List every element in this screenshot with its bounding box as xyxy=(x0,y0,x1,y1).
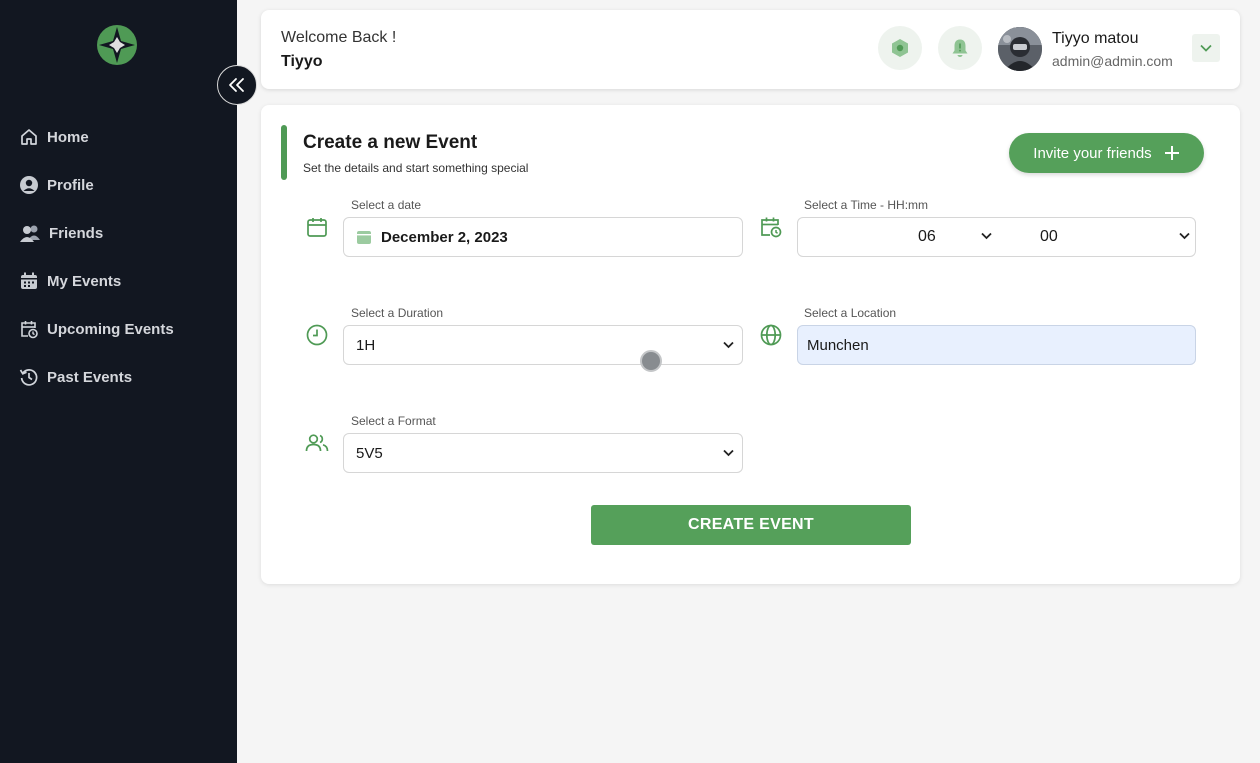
sidebar-item-label: Home xyxy=(47,128,89,146)
page-title: Create a new Event xyxy=(303,132,478,153)
page-subtitle: Set the details and start something spec… xyxy=(303,161,529,175)
hour-select[interactable]: 06 xyxy=(798,218,998,256)
date-label: Select a date xyxy=(351,198,422,212)
history-icon xyxy=(18,366,40,388)
sidebar: Home Profile Friends My Events Upcoming … xyxy=(0,0,237,763)
users-icon xyxy=(305,434,329,452)
sidebar-item-my-events[interactable]: My Events xyxy=(0,257,237,305)
clock-icon xyxy=(306,324,328,346)
profile-dropdown-button[interactable] xyxy=(1192,34,1220,62)
sidebar-item-label: Upcoming Events xyxy=(47,320,174,338)
chevrons-left-icon xyxy=(229,78,244,92)
location-label: Select a Location xyxy=(804,306,897,320)
welcome-text: Welcome Back ! xyxy=(281,29,397,46)
sidebar-item-friends[interactable]: Friends xyxy=(0,209,237,257)
settings-button[interactable] xyxy=(878,26,922,70)
avatar[interactable] xyxy=(998,27,1042,71)
profile-email: admin@admin.com xyxy=(1052,53,1173,69)
user-circle-icon xyxy=(18,174,40,196)
title-accent-bar xyxy=(281,125,287,180)
mouse-cursor xyxy=(640,350,662,372)
sidebar-item-label: Profile xyxy=(47,176,94,194)
bell-icon xyxy=(952,39,968,57)
sidebar-item-past-events[interactable]: Past Events xyxy=(0,353,237,401)
location-input[interactable]: Munchen xyxy=(797,325,1196,365)
profile-name: Tiyyo matou xyxy=(1052,30,1139,47)
user-avatar-image xyxy=(998,27,1042,71)
minute-value: 00 xyxy=(1040,228,1058,245)
time-field: 06 00 xyxy=(797,217,1196,257)
location-value: Munchen xyxy=(807,336,869,354)
home-icon xyxy=(18,126,40,148)
create-event-card: Create a new Event Set the details and s… xyxy=(261,105,1240,584)
calendar-icon xyxy=(307,218,327,237)
duration-label: Select a Duration xyxy=(351,306,444,320)
chevron-down-icon xyxy=(1179,232,1190,240)
duration-value: 1H xyxy=(356,336,376,354)
notifications-button[interactable] xyxy=(938,26,982,70)
duration-select[interactable]: 1H xyxy=(343,325,743,365)
minute-select[interactable]: 00 xyxy=(998,218,1196,256)
logo-icon xyxy=(97,25,137,65)
collapse-sidebar-button[interactable] xyxy=(217,65,257,105)
create-event-button[interactable]: CREATE EVENT xyxy=(591,505,911,545)
calendar-small-icon xyxy=(357,231,371,244)
format-value: 5V5 xyxy=(356,444,383,462)
chevron-down-icon xyxy=(723,449,734,457)
sidebar-item-label: Past Events xyxy=(47,368,133,386)
format-label: Select a Format xyxy=(351,414,436,428)
sidebar-item-profile[interactable]: Profile xyxy=(0,161,237,209)
date-field[interactable]: December 2, 2023 xyxy=(343,217,743,257)
format-select[interactable]: 5V5 xyxy=(343,433,743,473)
globe-icon xyxy=(760,324,782,346)
hexagon-gear-icon xyxy=(892,39,908,57)
sidebar-item-label: My Events xyxy=(47,272,122,290)
sidebar-item-label: Friends xyxy=(49,224,104,242)
sidebar-nav: Home Profile Friends My Events Upcoming … xyxy=(0,113,237,401)
sidebar-item-upcoming-events[interactable]: Upcoming Events xyxy=(0,305,237,353)
date-value: December 2, 2023 xyxy=(381,228,508,246)
sidebar-item-home[interactable]: Home xyxy=(0,113,237,161)
plus-icon xyxy=(1164,146,1179,160)
welcome-username: Tiyyo xyxy=(281,53,323,70)
top-header: Welcome Back ! Tiyyo Tiyyo matou admin@a… xyxy=(261,10,1240,89)
calendar-icon xyxy=(18,270,40,292)
calendar-clock-icon xyxy=(761,217,782,238)
invite-friends-button[interactable]: Invite your friends xyxy=(1009,133,1204,173)
hour-value: 06 xyxy=(918,228,936,245)
calendar-clock-icon xyxy=(18,318,40,340)
users-icon xyxy=(18,222,44,244)
chevron-down-icon xyxy=(723,341,734,349)
chevron-down-icon xyxy=(1200,44,1212,52)
time-label: Select a Time - HH:mm xyxy=(804,198,929,212)
invite-friends-label: Invite your friends xyxy=(1033,144,1152,162)
chevron-down-icon xyxy=(981,232,992,240)
